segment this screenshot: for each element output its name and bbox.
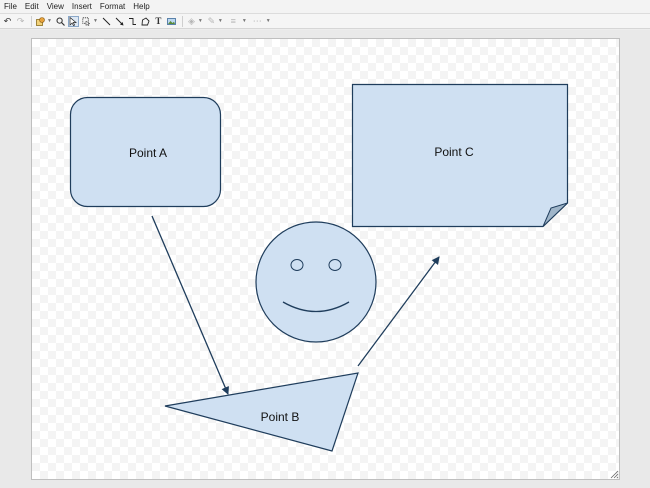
- connector-a-to-b[interactable]: [151, 215, 229, 395]
- shape-smiley-face[interactable]: [255, 221, 377, 343]
- menu-view[interactable]: View: [43, 0, 68, 13]
- toolbar-separator: [181, 15, 183, 27]
- toolbar: ↶ ↷ ▼ ▼ T ◈ ▼ ✎ ▼ ≡ ▼ ⋯ ▼: [0, 14, 650, 29]
- shape-point-a[interactable]: Point A: [69, 96, 222, 208]
- fill-color-dropdown-icon[interactable]: ▼: [198, 18, 203, 24]
- line-color-icon[interactable]: ✎: [206, 16, 217, 27]
- menu-insert[interactable]: Insert: [68, 0, 96, 13]
- shape-point-c[interactable]: Point C: [351, 83, 569, 228]
- line-color-dropdown-icon[interactable]: ▼: [218, 18, 223, 24]
- smiley-right-eye: [328, 259, 342, 271]
- pointer-icon[interactable]: [67, 15, 79, 27]
- toolbar-separator: [31, 15, 32, 27]
- shapes-icon[interactable]: [35, 16, 46, 27]
- line-weight-dropdown-icon[interactable]: ▼: [242, 18, 247, 24]
- smiley-left-eye: [290, 259, 304, 271]
- undo-icon[interactable]: ↶: [2, 16, 13, 27]
- canvas-area: Point A Point C Point B: [0, 30, 650, 488]
- arrow-icon[interactable]: [114, 16, 125, 27]
- image-icon[interactable]: [166, 16, 177, 27]
- point-b-label: Point B: [261, 410, 300, 424]
- menu-edit[interactable]: Edit: [21, 0, 43, 13]
- menu-file[interactable]: File: [0, 0, 21, 13]
- diagram: Point A Point C Point B: [69, 83, 569, 452]
- point-c-label: Point C: [434, 145, 474, 159]
- point-a-label: Point A: [129, 146, 167, 160]
- resize-grip-icon[interactable]: [609, 469, 619, 479]
- lasso-dropdown-icon[interactable]: ▼: [93, 18, 98, 24]
- shape-point-b[interactable]: Point B: [164, 372, 359, 452]
- line-dash-icon[interactable]: ⋯: [250, 16, 265, 27]
- shapes-dropdown-icon[interactable]: ▼: [47, 18, 52, 24]
- line-icon[interactable]: [101, 16, 112, 27]
- menu-bar: File Edit View Insert Format Help: [0, 0, 650, 14]
- drawing-page[interactable]: Point A Point C Point B: [31, 38, 620, 480]
- lasso-icon[interactable]: [81, 16, 92, 27]
- line-dash-dropdown-icon[interactable]: ▼: [266, 18, 271, 24]
- line-weight-icon[interactable]: ≡: [226, 16, 241, 27]
- zoom-icon[interactable]: [55, 16, 66, 27]
- fill-color-icon[interactable]: ◈: [186, 16, 197, 27]
- redo-icon[interactable]: ↷: [15, 16, 26, 27]
- polygon-icon[interactable]: [140, 16, 151, 27]
- menu-format[interactable]: Format: [96, 0, 129, 13]
- menu-help[interactable]: Help: [129, 0, 153, 13]
- text-icon[interactable]: T: [153, 16, 164, 27]
- connector-icon[interactable]: [127, 16, 138, 27]
